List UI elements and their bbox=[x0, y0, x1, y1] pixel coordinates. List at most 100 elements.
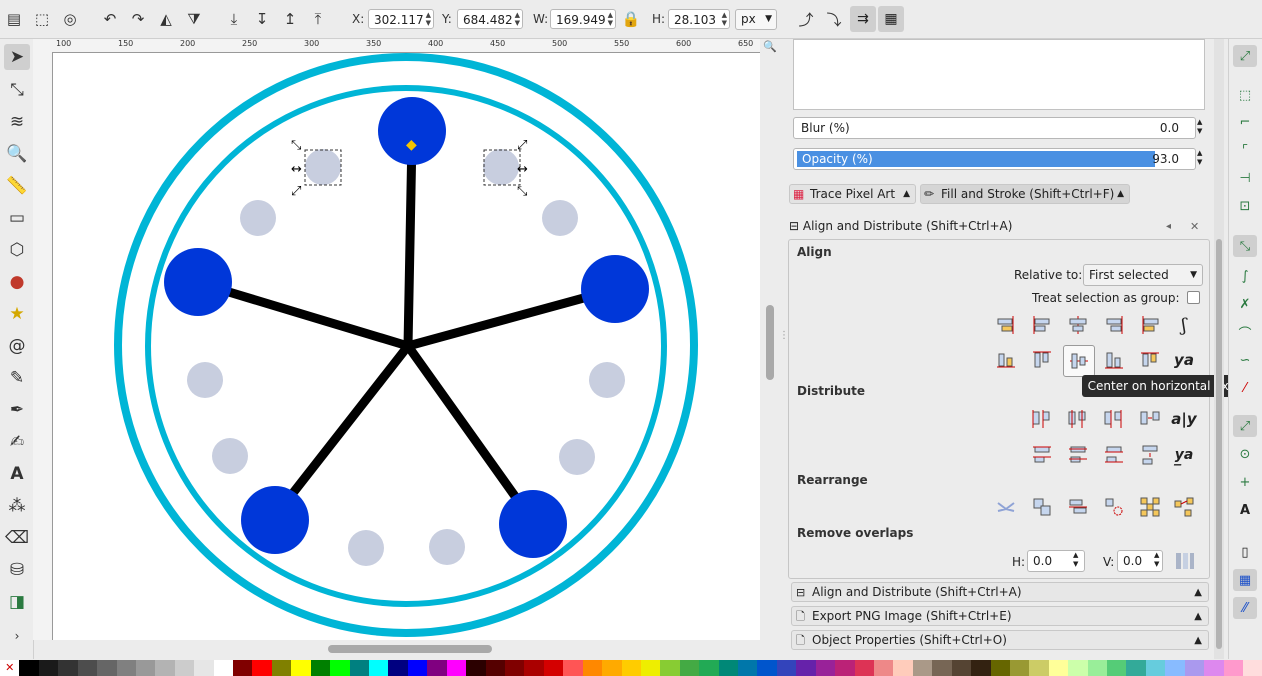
pencil-tool-icon[interactable]: ✎ bbox=[4, 365, 30, 391]
collapsed-align-distribute[interactable]: ⊟ Align and Distribute (Shift+Ctrl+A) ▲ bbox=[791, 582, 1209, 602]
scale-stroke-icon[interactable]: ⤴ bbox=[796, 9, 816, 29]
distribute-gaps-v-icon[interactable] bbox=[1137, 442, 1163, 468]
swatch[interactable] bbox=[738, 660, 758, 676]
rectangle-tool-icon[interactable]: ▭ bbox=[4, 205, 30, 231]
node-tool-icon[interactable]: ⤡ bbox=[4, 77, 30, 103]
swatch[interactable] bbox=[116, 660, 136, 676]
distribute-left-edges-icon[interactable] bbox=[1029, 406, 1055, 432]
distribute-baselines-icon[interactable]: a|y bbox=[1171, 406, 1197, 432]
swatch[interactable] bbox=[873, 660, 894, 676]
rotate-cw-icon[interactable]: ↷ bbox=[128, 9, 148, 29]
align-left-icon[interactable] bbox=[1029, 312, 1055, 338]
swatch[interactable] bbox=[213, 660, 234, 676]
small-dot[interactable] bbox=[589, 362, 625, 398]
align-top-icon[interactable] bbox=[1029, 347, 1055, 373]
no-paint-swatch[interactable]: ✕ bbox=[0, 660, 20, 676]
swatch[interactable] bbox=[38, 660, 59, 676]
swatch[interactable] bbox=[1068, 660, 1088, 676]
swatch[interactable] bbox=[699, 660, 719, 676]
spin-arrows-icon[interactable]: ▲ ▼ bbox=[515, 11, 520, 27]
spoke[interactable] bbox=[270, 341, 413, 521]
snap-bbox-edge-icon[interactable]: ⌐ bbox=[1233, 111, 1257, 133]
swatch[interactable] bbox=[233, 660, 253, 676]
spoke[interactable] bbox=[403, 285, 618, 351]
small-dot[interactable] bbox=[542, 200, 578, 236]
swatch[interactable] bbox=[951, 660, 972, 676]
swatch[interactable] bbox=[679, 660, 700, 676]
scale-handle-icon[interactable]: ⤡ bbox=[517, 184, 528, 199]
node-bottom-right[interactable] bbox=[499, 490, 567, 558]
spin-arrows-icon[interactable]: ▲ ▼ bbox=[608, 11, 613, 27]
swatch[interactable] bbox=[427, 660, 447, 676]
lower-icon[interactable]: ↧ bbox=[252, 9, 272, 29]
swatch[interactable] bbox=[1107, 660, 1127, 676]
distribute-right-edges-icon[interactable] bbox=[1101, 406, 1127, 432]
swatch[interactable] bbox=[1184, 660, 1205, 676]
paint-bucket-tool-icon[interactable]: ⛁ bbox=[4, 557, 30, 583]
text-tool-icon[interactable]: A bbox=[4, 461, 30, 487]
swatch[interactable] bbox=[854, 660, 874, 676]
swatch[interactable] bbox=[582, 660, 603, 676]
small-dot[interactable] bbox=[348, 530, 384, 566]
swatch[interactable] bbox=[990, 660, 1010, 676]
spin-arrows-icon[interactable]: ▲ ▼ bbox=[1073, 551, 1078, 569]
iconify-icon[interactable]: ◂ bbox=[1166, 221, 1171, 232]
snap-paths-icon[interactable]: ∫ bbox=[1233, 265, 1257, 287]
snap-midpoints-icon[interactable]: ⁄ bbox=[1233, 377, 1257, 399]
spin-arrows-icon[interactable]: ▲ ▼ bbox=[722, 11, 727, 27]
color-palette[interactable]: ✕ bbox=[0, 660, 1262, 676]
lower-to-bottom-icon[interactable]: ⤓ bbox=[224, 9, 244, 29]
scale-handle-icon[interactable]: ↕ bbox=[407, 185, 418, 200]
swatch[interactable] bbox=[543, 660, 564, 676]
dock-scrollbar[interactable] bbox=[1214, 39, 1224, 659]
exchange-positions-icon[interactable] bbox=[1029, 494, 1055, 520]
swatch[interactable] bbox=[504, 660, 525, 676]
scale-handle-icon[interactable]: ↔ bbox=[517, 162, 528, 177]
zoom-tool-icon[interactable]: 🔍 bbox=[4, 141, 30, 167]
swatch[interactable] bbox=[1165, 660, 1185, 676]
swatch[interactable] bbox=[1145, 660, 1166, 676]
swatch[interactable] bbox=[271, 660, 292, 676]
center-vertical-axis-icon[interactable] bbox=[1065, 312, 1091, 338]
swatch[interactable] bbox=[932, 660, 952, 676]
swatch[interactable] bbox=[815, 660, 836, 676]
swatch[interactable] bbox=[77, 660, 98, 676]
swatch[interactable] bbox=[1243, 660, 1262, 676]
snap-page-border-icon[interactable]: ▯ bbox=[1233, 541, 1257, 563]
swatch[interactable] bbox=[971, 660, 991, 676]
3d-box-tool-icon[interactable]: ⬡ bbox=[4, 237, 30, 263]
align-right-icon[interactable] bbox=[1101, 312, 1127, 338]
horizontal-ruler[interactable]: 100 150 200 250 300 350 400 450 500 550 … bbox=[33, 39, 760, 53]
center-horizontal-axis-button[interactable] bbox=[1063, 345, 1095, 377]
spray-tool-icon[interactable]: ⁂ bbox=[4, 493, 30, 519]
align-bottom-to-top-icon[interactable] bbox=[993, 347, 1019, 373]
small-dot[interactable] bbox=[305, 149, 341, 185]
blur-field[interactable]: Blur (%) 0.0 bbox=[793, 117, 1196, 139]
swatch[interactable] bbox=[466, 660, 486, 676]
align-right-to-left-icon[interactable] bbox=[993, 312, 1019, 338]
calligraphy-tool-icon[interactable]: ✍ bbox=[4, 429, 30, 455]
lock-icon[interactable]: 🔒 bbox=[621, 9, 641, 29]
swatch[interactable] bbox=[660, 660, 680, 676]
relative-to-select[interactable]: First selected ▼ bbox=[1083, 264, 1203, 286]
star-tool-icon[interactable]: ★ bbox=[4, 301, 30, 327]
dock-scroll-thumb[interactable] bbox=[1216, 239, 1222, 649]
distribute-centers-h-icon[interactable] bbox=[1065, 406, 1091, 432]
align-top-to-bottom-icon[interactable] bbox=[1137, 347, 1163, 373]
remove-overlaps-icon[interactable] bbox=[1172, 548, 1198, 574]
raise-icon[interactable]: ↥ bbox=[280, 9, 300, 29]
small-dot[interactable] bbox=[212, 438, 248, 474]
snap-object-center-icon[interactable]: ⊙ bbox=[1233, 443, 1257, 465]
distribute-gaps-h-icon[interactable] bbox=[1137, 406, 1163, 432]
close-icon[interactable]: ✕ bbox=[1190, 220, 1199, 233]
spin-arrows-icon[interactable]: ▲ ▼ bbox=[1154, 551, 1159, 569]
snap-rotation-center-icon[interactable]: + bbox=[1233, 471, 1257, 493]
scale-handle-icon[interactable]: ⤢ bbox=[291, 184, 301, 199]
transform-gradients-icon[interactable]: ⇉ bbox=[850, 6, 876, 32]
scale-handle-icon[interactable]: ⤡ bbox=[291, 138, 302, 153]
swatch[interactable] bbox=[912, 660, 933, 676]
treat-group-checkbox[interactable] bbox=[1187, 291, 1200, 304]
w-input[interactable]: 169.949 ▲ ▼ bbox=[550, 9, 616, 29]
snap-bbox-center-icon[interactable]: ⊡ bbox=[1233, 195, 1257, 217]
randomize-positions-icon[interactable] bbox=[1137, 494, 1163, 520]
